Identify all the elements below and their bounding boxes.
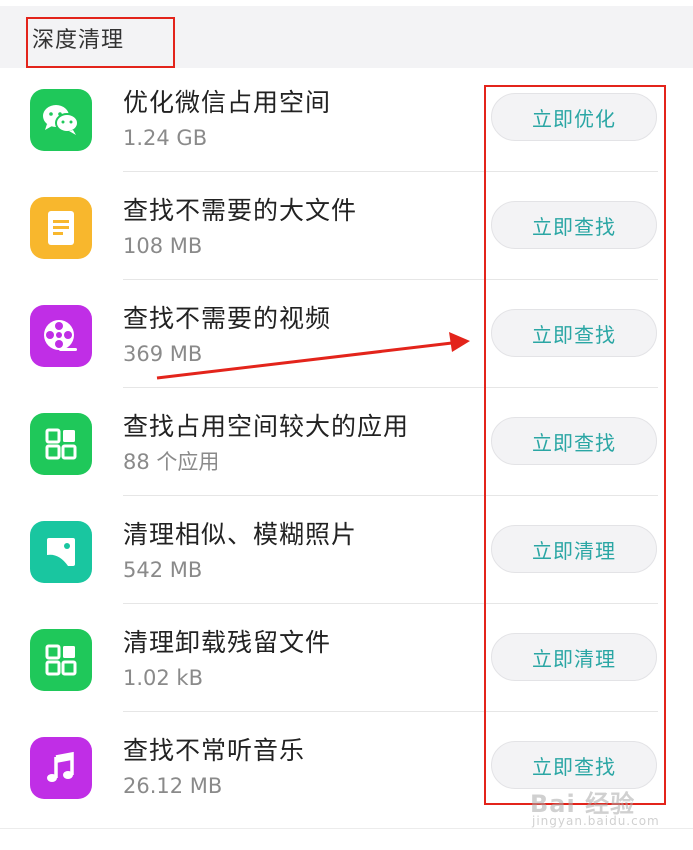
annotation-arrow-icon [156, 332, 470, 380]
baidu-watermark: Bai 经验 jingyan.baidu.com [530, 784, 680, 844]
watermark-url: jingyan.baidu.com [532, 814, 660, 828]
